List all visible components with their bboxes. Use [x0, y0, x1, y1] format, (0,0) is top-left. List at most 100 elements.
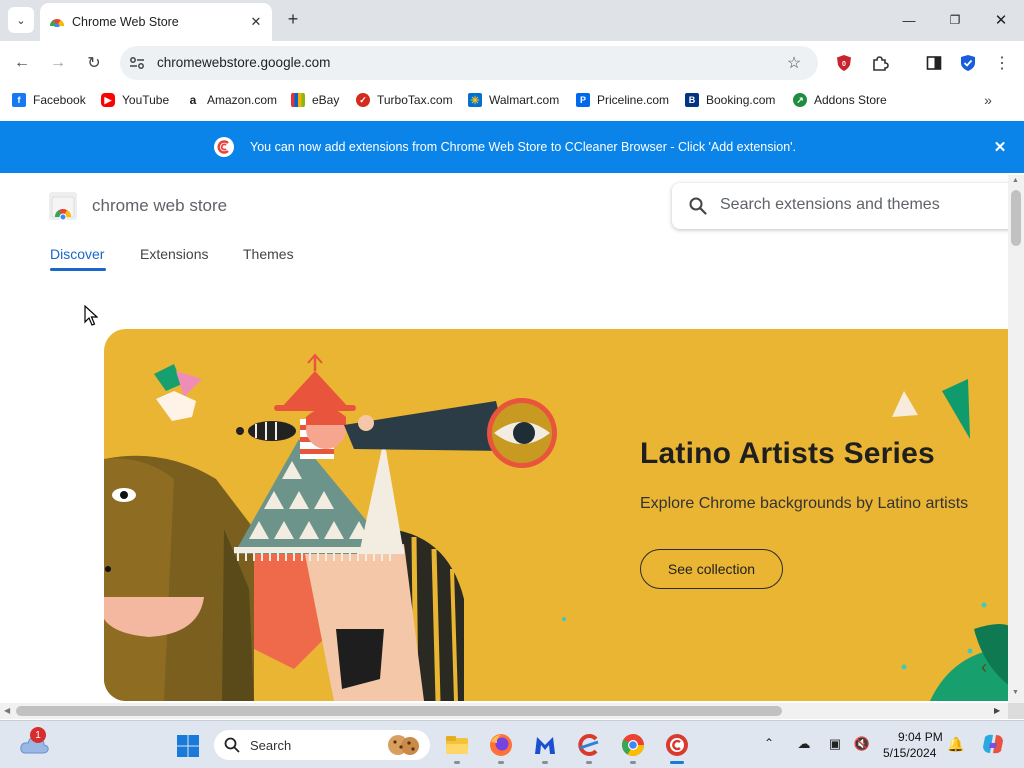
horizontal-scrollbar[interactable]: ◀ ▶ [0, 703, 1008, 719]
scrollbar-corner [1008, 703, 1024, 719]
weather-badge: 1 [30, 727, 46, 743]
tab-search-chevron-icon[interactable]: ⌄ [8, 7, 34, 33]
window-close-icon[interactable]: ✕ [988, 8, 1014, 32]
taskbar-search-box[interactable]: Search [214, 730, 430, 760]
running-indicator [454, 761, 460, 764]
facebook-icon: f [12, 93, 26, 107]
svg-text:0: 0 [842, 61, 846, 68]
clock-time[interactable]: 9:04 PM [898, 730, 943, 744]
onedrive-offline-icon[interactable]: ☁ [795, 735, 813, 753]
search-extensions-input[interactable]: Search extensions and themes [672, 183, 1008, 229]
tab-themes[interactable]: Themes [243, 246, 294, 262]
bookmark-label: YouTube [122, 93, 170, 107]
bookmark-addons-store[interactable]: ↗ Addons Store [793, 91, 887, 109]
bookmark-priceline[interactable]: P Priceline.com [576, 91, 669, 109]
url-text[interactable]: chromewebstore.google.com [157, 55, 330, 70]
chrome-web-store-logo[interactable] [49, 192, 77, 220]
carousel-prev-chevron-icon[interactable]: ‹ [976, 655, 992, 679]
bookmark-youtube[interactable]: ▶ YouTube [101, 91, 169, 109]
featured-banner[interactable]: Latino Artists Series Explore Chrome bac… [104, 329, 1008, 701]
tab-chrome-web-store[interactable]: Chrome Web Store ✕ [40, 3, 272, 41]
banner-close-icon[interactable]: ✕ [990, 137, 1010, 157]
bookmark-label: Booking.com [706, 93, 776, 107]
windows-start-icon[interactable] [176, 734, 200, 758]
address-bar[interactable]: chromewebstore.google.com ☆ [120, 46, 818, 80]
site-info-tune-icon[interactable] [128, 54, 146, 72]
banner-text: You can now add extensions from Chrome W… [250, 140, 797, 154]
window-restore-icon[interactable]: ❐ [942, 8, 968, 32]
bitwarden-shield-icon[interactable] [956, 51, 980, 75]
side-panel-icon[interactable] [922, 51, 946, 75]
bookmark-label: Addons Store [814, 93, 887, 107]
bookmark-turbotax[interactable]: ✓ TurboTax.com [356, 91, 453, 109]
running-indicator [498, 761, 504, 764]
search-icon [689, 197, 707, 215]
bookmark-label: TurboTax.com [377, 93, 453, 107]
new-tab-plus-icon[interactable]: + [282, 8, 304, 30]
latino-artists-illustration [104, 353, 1008, 701]
running-indicator [542, 761, 548, 764]
window-minimize-icon[interactable]: — [896, 8, 922, 32]
bookmark-walmart[interactable]: ✳ Walmart.com [468, 91, 559, 109]
ccleaner-logo-icon [214, 137, 234, 157]
vertical-scroll-thumb[interactable] [1011, 190, 1021, 246]
vertical-scrollbar[interactable]: ▲ ▼ [1008, 175, 1024, 703]
chrome-web-store-favicon-icon [50, 19, 64, 27]
web-store-page: chrome web store Search extensions and t… [0, 175, 1008, 703]
notification-bell-icon[interactable]: 🔔 [946, 734, 966, 754]
youtube-icon: ▶ [101, 93, 115, 107]
tab-discover[interactable]: Discover [50, 246, 104, 262]
cookies-search-highlight-icon [388, 735, 419, 755]
scroll-down-arrow-icon[interactable]: ▼ [1012, 689, 1019, 696]
tab-title: Chrome Web Store [72, 15, 179, 29]
store-name[interactable]: chrome web store [92, 196, 227, 216]
file-explorer-icon[interactable] [444, 732, 470, 758]
see-collection-button[interactable]: See collection [640, 549, 783, 589]
malwarebytes-icon[interactable] [532, 732, 558, 758]
search-placeholder: Search extensions and themes [720, 196, 940, 213]
network-display-icon[interactable]: ▣ [826, 735, 844, 753]
booking-icon: B [685, 93, 699, 107]
bookmark-booking[interactable]: B Booking.com [685, 91, 775, 109]
bookmark-label: eBay [312, 93, 340, 107]
addons-store-icon: ↗ [793, 93, 807, 107]
browser-toolbar: ← → ↻ chromewebstore.google.com ☆ 0 ⋮ [0, 41, 1024, 85]
horizontal-scroll-thumb[interactable] [16, 706, 782, 716]
bookmark-star-icon[interactable]: ☆ [784, 53, 804, 73]
firefox-icon[interactable] [488, 732, 514, 758]
menu-kebab-icon[interactable]: ⋮ [990, 51, 1014, 75]
bookmark-ebay[interactable]: eBay [291, 91, 339, 109]
copilot-icon[interactable] [980, 731, 1006, 757]
ccleaner-icon[interactable] [576, 732, 602, 758]
bookmark-label: Amazon.com [207, 93, 278, 107]
clock-date[interactable]: 5/15/2024 [883, 746, 936, 760]
priceline-icon: P [576, 93, 590, 107]
bookmark-label: Priceline.com [597, 93, 670, 107]
ccleaner-browser-icon[interactable] [664, 732, 690, 758]
scroll-up-arrow-icon[interactable]: ▲ [1012, 177, 1019, 184]
chrome-icon[interactable] [620, 732, 646, 758]
bookmark-amazon[interactable]: a Amazon.com [186, 91, 277, 109]
scroll-right-arrow-icon[interactable]: ▶ [994, 706, 1000, 715]
tray-overflow-chevron-icon[interactable]: ⌃ [764, 736, 774, 750]
taskbar-search-label: Search [250, 738, 292, 753]
hero-title: Latino Artists Series [640, 437, 935, 470]
ublock-shield-icon[interactable]: 0 [832, 51, 856, 75]
bookmark-label: Facebook [33, 93, 86, 107]
active-tab-indicator [50, 268, 106, 271]
running-indicator [586, 761, 592, 764]
reload-icon[interactable]: ↻ [82, 51, 106, 75]
mouse-cursor-icon [84, 305, 98, 326]
walmart-icon: ✳ [468, 93, 482, 107]
more-bookmarks-chevron-icon[interactable]: » [978, 91, 998, 109]
volume-muted-icon[interactable]: 🔇 [853, 735, 871, 753]
tab-close-icon[interactable]: ✕ [246, 12, 266, 32]
bookmark-facebook[interactable]: f Facebook [12, 91, 86, 109]
scroll-left-arrow-icon[interactable]: ◀ [4, 706, 10, 715]
tab-extensions[interactable]: Extensions [140, 246, 208, 262]
turbotax-icon: ✓ [356, 93, 370, 107]
extensions-puzzle-icon[interactable] [868, 51, 892, 75]
ebay-icon [291, 93, 305, 107]
back-arrow-icon[interactable]: ← [10, 51, 34, 75]
forward-arrow-icon[interactable]: → [46, 51, 70, 75]
